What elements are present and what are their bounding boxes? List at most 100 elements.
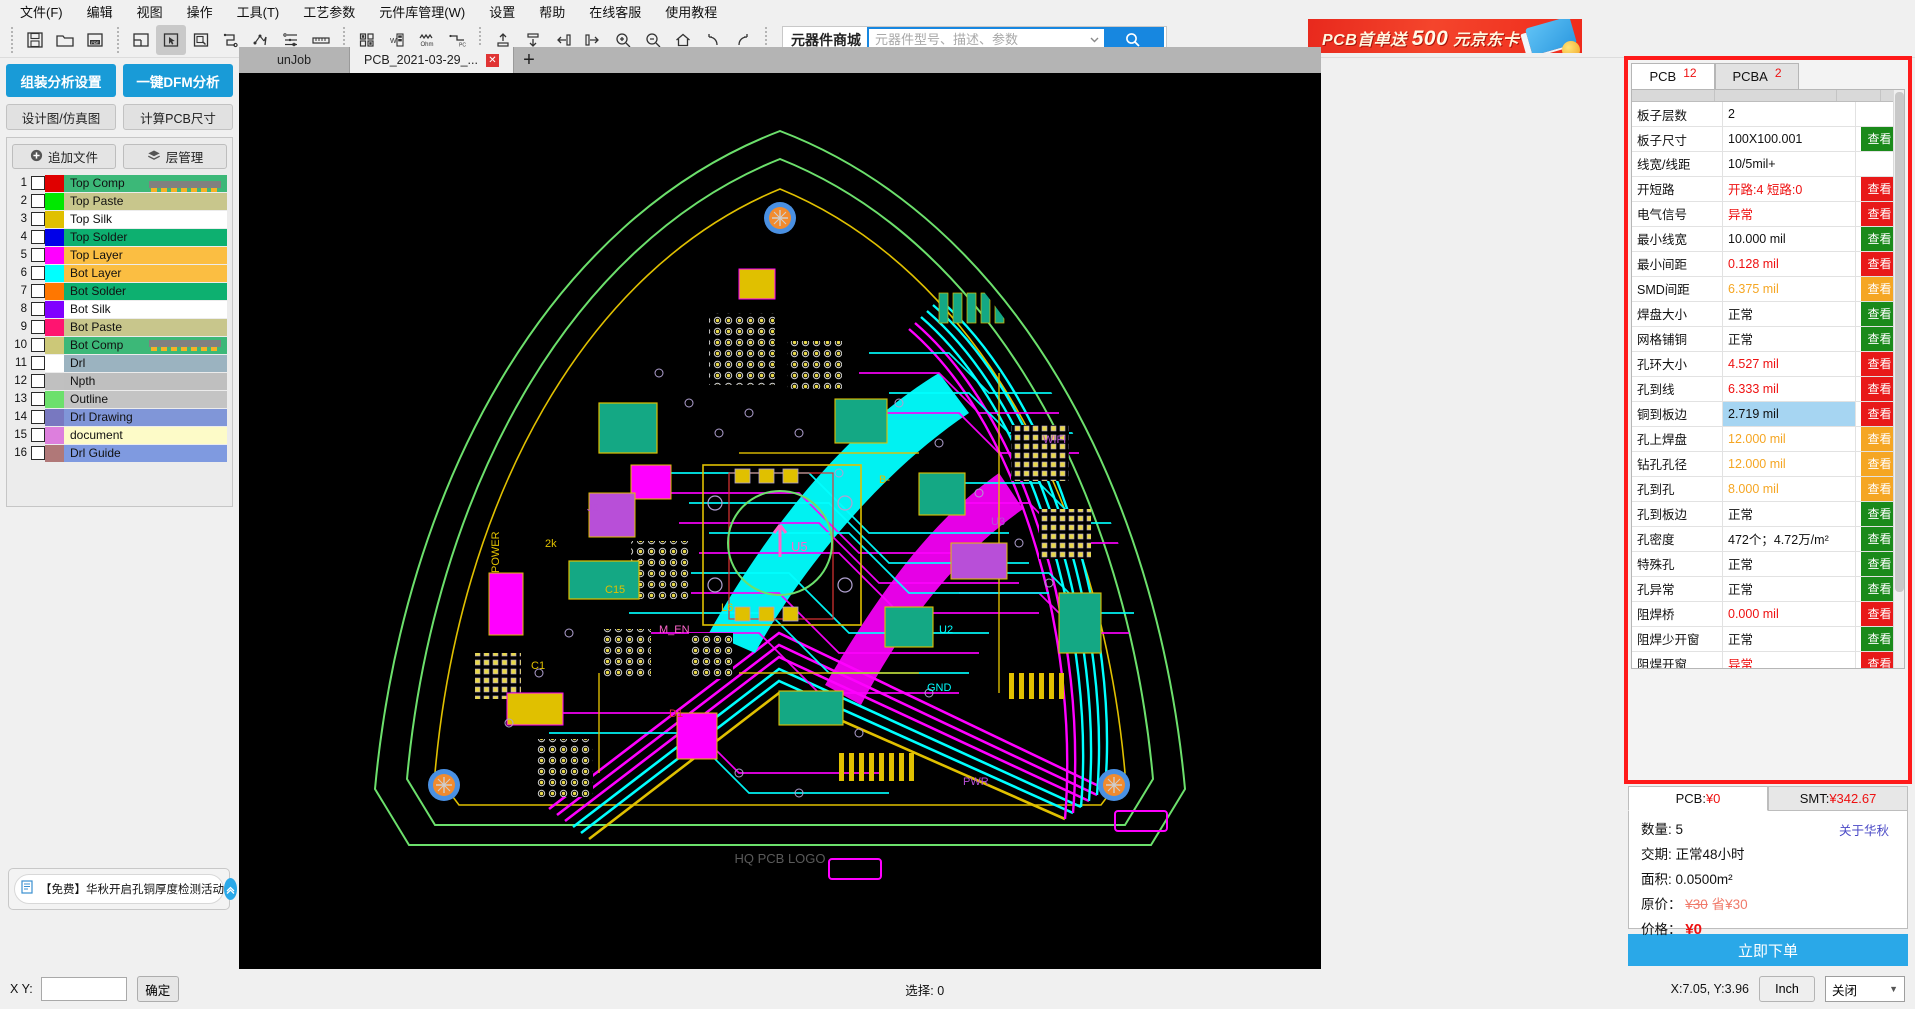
- layer-row[interactable]: 15 document: [12, 426, 227, 444]
- layer-color-swatch[interactable]: [45, 336, 64, 354]
- about-link[interactable]: 关于华秋: [1839, 820, 1889, 839]
- table-row[interactable]: 孔环大小 4.527 mil 查看: [1632, 351, 1904, 377]
- table-row[interactable]: 板子尺寸 100X100.001 查看: [1632, 126, 1904, 153]
- table-row[interactable]: 线宽/线距 10/5mil+: [1632, 151, 1904, 177]
- table-row[interactable]: 孔到孔 8.000 mil 查看: [1632, 476, 1904, 502]
- dfm-item-value[interactable]: 0.128 mil: [1722, 251, 1857, 277]
- layer-visibility-checkbox[interactable]: [31, 320, 45, 334]
- dfm-item-value[interactable]: 10.000 mil: [1722, 226, 1857, 252]
- dfm-item-value[interactable]: 12.000 mil: [1722, 451, 1857, 477]
- price-tab-0[interactable]: PCB: ¥0: [1628, 786, 1768, 811]
- layer-row[interactable]: 5 Top Layer: [12, 246, 227, 264]
- menu-item-5[interactable]: 工艺参数: [291, 0, 367, 23]
- layer-visibility-checkbox[interactable]: [31, 248, 45, 262]
- layer-management-button[interactable]: 层管理: [123, 144, 227, 169]
- dfm-tab-pcba[interactable]: PCBA 2: [1715, 63, 1799, 89]
- layer-color-swatch[interactable]: [45, 372, 64, 390]
- table-row[interactable]: 阻焊桥 0.000 mil 查看: [1632, 601, 1904, 627]
- dfm-item-value[interactable]: 472个；4.72万/m²: [1722, 526, 1857, 552]
- layer-visibility-checkbox[interactable]: [31, 410, 45, 424]
- layer-color-swatch[interactable]: [45, 354, 64, 372]
- layer-color-swatch[interactable]: [45, 174, 64, 192]
- export-pdf-icon[interactable]: PDF: [80, 25, 110, 55]
- layer-visibility-checkbox[interactable]: [31, 302, 45, 316]
- layer-color-swatch[interactable]: [45, 192, 64, 210]
- one-click-dfm-button[interactable]: 一键DFM分析: [123, 64, 233, 97]
- layer-visibility-checkbox[interactable]: [31, 446, 45, 460]
- layer-visibility-checkbox[interactable]: [31, 374, 45, 388]
- pcb-canvas[interactable]: U5 J5 C15 C1 L6 U2 U3 D1 POWER M_EN B- G…: [239, 73, 1321, 969]
- table-row[interactable]: 开短路 开路:4 短路:0 查看: [1632, 176, 1904, 202]
- layer-visibility-checkbox[interactable]: [31, 338, 45, 352]
- chevron-up-icon[interactable]: [224, 878, 237, 900]
- layer-visibility-checkbox[interactable]: [31, 176, 45, 190]
- dfm-item-value[interactable]: 正常: [1722, 501, 1857, 527]
- dfm-tab-pcb[interactable]: PCB 12: [1631, 63, 1715, 89]
- save-icon[interactable]: [20, 25, 50, 55]
- area-select-icon[interactable]: [186, 25, 216, 55]
- menu-item-2[interactable]: 视图: [125, 0, 175, 23]
- layer-color-swatch[interactable]: [45, 210, 64, 228]
- dfm-item-value[interactable]: 正常: [1722, 301, 1857, 327]
- dfm-item-value[interactable]: 2: [1722, 102, 1857, 128]
- menu-item-0[interactable]: 文件(F): [8, 0, 75, 23]
- layer-color-swatch[interactable]: [45, 426, 64, 444]
- close-icon[interactable]: ✕: [485, 53, 499, 67]
- dfm-item-value[interactable]: 8.000 mil: [1722, 476, 1857, 502]
- menu-item-4[interactable]: 工具(T): [225, 0, 292, 23]
- open-folder-icon[interactable]: [50, 25, 80, 55]
- add-tab-button[interactable]: +: [513, 47, 544, 73]
- layer-color-swatch[interactable]: [45, 408, 64, 426]
- confirm-button[interactable]: 确定: [136, 976, 179, 1002]
- table-row[interactable]: 阻焊开窗 异常 查看: [1632, 651, 1904, 668]
- menu-item-3[interactable]: 操作: [175, 0, 225, 23]
- table-row[interactable]: 钻孔孔径 12.000 mil 查看: [1632, 451, 1904, 477]
- layer-row[interactable]: 12 Npth: [12, 372, 227, 390]
- dfm-item-value[interactable]: 100X100.001: [1722, 126, 1857, 153]
- layer-visibility-checkbox[interactable]: [31, 266, 45, 280]
- layer-visibility-checkbox[interactable]: [31, 356, 45, 370]
- layer-color-swatch[interactable]: [45, 246, 64, 264]
- table-row[interactable]: 孔到板边 正常 查看: [1632, 501, 1904, 527]
- dfm-item-value[interactable]: 正常: [1722, 576, 1857, 602]
- layer-visibility-checkbox[interactable]: [31, 194, 45, 208]
- layer-color-swatch[interactable]: [45, 390, 64, 408]
- design-simulation-view-button[interactable]: 设计图/仿真图: [6, 104, 116, 130]
- menu-item-9[interactable]: 在线客服: [577, 0, 653, 23]
- document-tab-1[interactable]: PCB_2021-03-29_... ✕: [349, 47, 514, 73]
- dfm-item-value[interactable]: 开路:4 短路:0: [1722, 176, 1857, 202]
- panel-layout-icon[interactable]: [126, 25, 156, 55]
- place-order-button[interactable]: 立即下单: [1628, 934, 1908, 966]
- dfm-item-value[interactable]: 6.375 mil: [1722, 276, 1857, 302]
- dfm-item-value[interactable]: 异常: [1722, 651, 1857, 668]
- dfm-item-value[interactable]: 正常: [1722, 551, 1857, 577]
- menu-item-1[interactable]: 编辑: [75, 0, 125, 23]
- table-row[interactable]: 最小线宽 10.000 mil 查看: [1632, 226, 1904, 252]
- dfm-item-value[interactable]: 4.527 mil: [1722, 351, 1857, 377]
- promo-banner[interactable]: PCB首单送 500 元京东卡: [1308, 19, 1582, 53]
- table-row[interactable]: 网格铺铜 正常 查看: [1632, 326, 1904, 352]
- assembly-analysis-settings-button[interactable]: 组装分析设置: [6, 64, 116, 97]
- layer-row[interactable]: 16 Drl Guide: [12, 444, 227, 462]
- layer-color-swatch[interactable]: [45, 228, 64, 246]
- layer-row[interactable]: 14 Drl Drawing: [12, 408, 227, 426]
- select-pointer-icon[interactable]: [156, 24, 186, 55]
- layer-visibility-checkbox[interactable]: [31, 212, 45, 226]
- dfm-item-value[interactable]: 正常: [1722, 626, 1857, 652]
- layer-row[interactable]: 8 Bot Silk: [12, 300, 227, 318]
- dfm-item-value[interactable]: 正常: [1722, 326, 1857, 352]
- table-row[interactable]: 板子层数 2: [1632, 102, 1904, 128]
- dfm-item-value[interactable]: 2.719 mil: [1722, 401, 1857, 427]
- menu-item-10[interactable]: 使用教程: [653, 0, 729, 23]
- document-tab-0[interactable]: unJob: [239, 47, 349, 73]
- mode-select[interactable]: 关闭 ▼: [1824, 976, 1905, 1002]
- layer-color-swatch[interactable]: [45, 264, 64, 282]
- layer-visibility-checkbox[interactable]: [31, 392, 45, 406]
- table-row[interactable]: 最小间距 0.128 mil 查看: [1632, 251, 1904, 277]
- dfm-item-value[interactable]: 0.000 mil: [1722, 601, 1857, 627]
- layer-row[interactable]: 4 Top Solder: [12, 228, 227, 246]
- layer-row[interactable]: 10 Bot Comp: [12, 336, 227, 354]
- table-row[interactable]: 特殊孔 正常 查看: [1632, 551, 1904, 577]
- promo-pill[interactable]: 【免费】华秋开启孔铜厚度检测活动: [8, 868, 237, 910]
- table-row[interactable]: 孔密度 472个；4.72万/m² 查看: [1632, 526, 1904, 552]
